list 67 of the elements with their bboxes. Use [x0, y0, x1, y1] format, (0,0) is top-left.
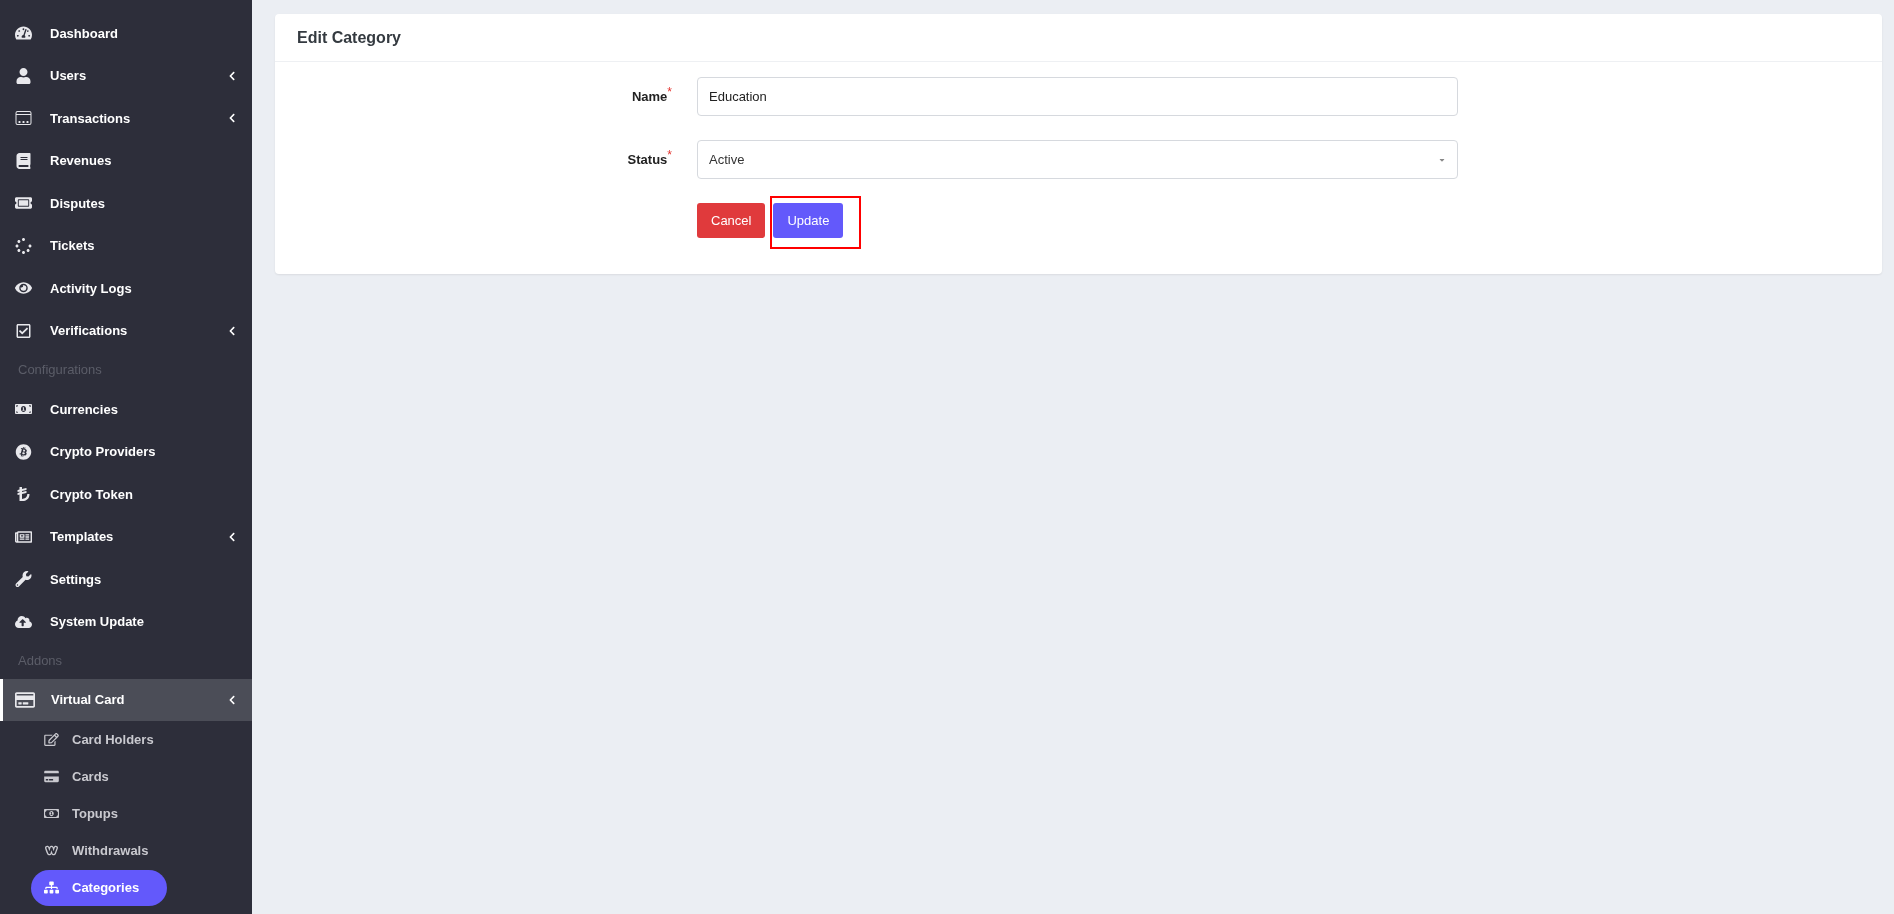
sidebar-label: Crypto Token [50, 485, 133, 504]
sidebar-label: Settings [50, 570, 102, 589]
w-letter-icon [44, 844, 59, 857]
sidebar-item[interactable]: Currencies [0, 388, 252, 431]
sidebar-item[interactable]: Settings [0, 558, 252, 601]
sidebar-item[interactable]: Verifications [0, 309, 252, 352]
sidebar-label: System Update [50, 613, 144, 631]
bitcoin-icon [15, 443, 32, 460]
field-label: Status [627, 151, 668, 169]
field-label: Name [631, 88, 668, 106]
required-mark: * [667, 146, 672, 164]
checkbox-icon [15, 322, 32, 339]
update-button[interactable]: Update [773, 203, 844, 238]
sidebar-item[interactable]: Transactions [0, 97, 252, 140]
eye-icon [15, 280, 32, 297]
sidebar-label: Tickets [50, 237, 95, 255]
submenu-label: Withdrawals [72, 841, 149, 860]
cloud-upload-icon [15, 613, 32, 630]
submenu-item[interactable]: Categories [31, 869, 167, 906]
sidebar-item[interactable]: System Update [0, 600, 252, 643]
credit-card-icon [15, 691, 35, 709]
book-icon [15, 152, 32, 169]
sidebar-label: Virtual Card [51, 691, 125, 710]
wrench-icon [15, 571, 32, 588]
submenu-label: Cards [72, 767, 109, 786]
edit-icon [44, 733, 59, 746]
sidebar-item[interactable]: Crypto Token [0, 473, 252, 516]
sidebar-item[interactable]: Activity Logs [0, 267, 252, 310]
cancel-button[interactable]: Cancel [697, 203, 766, 238]
sitemap-icon [44, 881, 59, 894]
sidebar-label: Revenues [50, 152, 112, 170]
sidebar-label: Transactions [50, 109, 131, 128]
ticket-icon [15, 195, 32, 212]
user-icon [15, 67, 32, 84]
name-input[interactable]: Education [697, 77, 1458, 116]
status-select[interactable]: Active [697, 140, 1458, 179]
sidebar-label: Users [50, 67, 87, 85]
submenu-item[interactable]: Card Holders [31, 721, 167, 758]
sidebar-item[interactable]: Users [0, 54, 252, 97]
sidebar-label: Verifications [50, 322, 128, 340]
sidebar-item[interactable]: Dashboard [0, 12, 252, 55]
sidebar-label: Dashboard [50, 24, 118, 43]
sidebar-item[interactable]: Disputes [0, 182, 252, 225]
gauge-icon [15, 25, 32, 42]
sidebar-label: Currencies [50, 400, 118, 419]
credit-card-icon [44, 770, 59, 783]
sidebar-item[interactable]: Crypto Providers [0, 430, 252, 473]
sidebar-label: Crypto Providers [50, 443, 156, 461]
sidebar-item[interactable]: Virtual Card [0, 679, 252, 721]
submenu-item[interactable]: Topups [31, 795, 167, 832]
sidebar-item[interactable]: Tickets [0, 224, 252, 267]
submenu-item[interactable]: Cards [31, 758, 167, 795]
window-icon [15, 110, 32, 127]
newspaper-icon [15, 528, 32, 545]
submenu-label: Categories [72, 878, 140, 897]
banknote-icon [44, 807, 59, 820]
sidebar-label: Templates [50, 528, 114, 546]
submenu-item[interactable]: Withdrawals [31, 832, 167, 869]
sidebar-item[interactable]: Templates [0, 515, 252, 558]
card-title: Edit Category [297, 27, 401, 48]
sidebar-label: Activity Logs [50, 279, 132, 298]
lira-icon [15, 486, 32, 503]
submenu-label: Card Holders [72, 730, 154, 749]
sidebar-label: Disputes [50, 194, 105, 213]
submenu-label: Topups [72, 804, 118, 823]
required-mark: * [667, 83, 672, 101]
sidebar-item[interactable]: Revenues [0, 139, 252, 182]
